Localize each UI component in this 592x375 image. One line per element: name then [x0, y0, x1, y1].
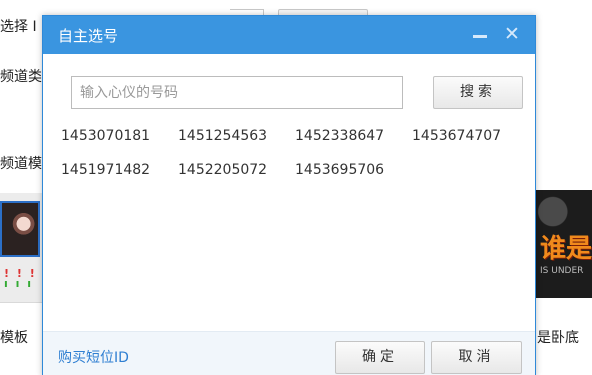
channel-type-label: 频道类 [0, 69, 42, 85]
close-button[interactable]: ✕ [501, 22, 523, 46]
number-option[interactable]: 1453674707 [412, 128, 529, 162]
number-search-input[interactable] [71, 76, 403, 109]
template-label: 模板 [0, 330, 28, 346]
number-row: 1451971482 1452205072 1453695706 [61, 162, 531, 196]
number-option[interactable]: 1453070181 [61, 128, 178, 162]
thumbnail-subtitle: IS UNDER [540, 266, 584, 276]
channel-template-label: 频道模 [0, 156, 42, 172]
template-thumbnail-left[interactable]: ! ! ! ı ı ı [0, 193, 42, 303]
number-option[interactable]: 1453695706 [295, 162, 412, 196]
thumbnail-title: 谁是卧 [540, 234, 592, 264]
number-option[interactable]: 1451254563 [178, 128, 295, 162]
select-label: 选择 I [0, 19, 37, 35]
number-option[interactable]: 1451971482 [61, 162, 178, 196]
template-thumbnail-right[interactable]: 谁是卧 IS UNDER [536, 190, 592, 298]
avatar-photo [0, 201, 40, 257]
dialog-title: 自主选号 [58, 27, 119, 45]
number-list: 1453070181 1451254563 1452338647 1453674… [61, 128, 531, 196]
number-option[interactable]: 1452338647 [295, 128, 412, 162]
template-caption-right: 是卧底 [537, 330, 579, 346]
dialog-header: 自主选号 ✕ [43, 16, 535, 54]
buy-short-id-link[interactable]: 购买短位ID [58, 347, 129, 367]
cancel-button[interactable]: 取消 [431, 341, 522, 374]
close-icon: ✕ [504, 23, 520, 45]
search-button[interactable]: 搜索 [433, 76, 523, 109]
indicator-marks-green: ı ı ı [4, 277, 33, 290]
number-row: 1453070181 1451254563 1452338647 1453674… [61, 128, 531, 162]
confirm-button[interactable]: 确定 [335, 341, 425, 374]
minimize-icon [473, 35, 487, 38]
choose-number-dialog: 自主选号 ✕ 搜索 1453070181 1451254563 14523386… [42, 15, 536, 375]
number-option[interactable]: 1452205072 [178, 162, 295, 196]
minimize-button[interactable] [469, 22, 491, 46]
